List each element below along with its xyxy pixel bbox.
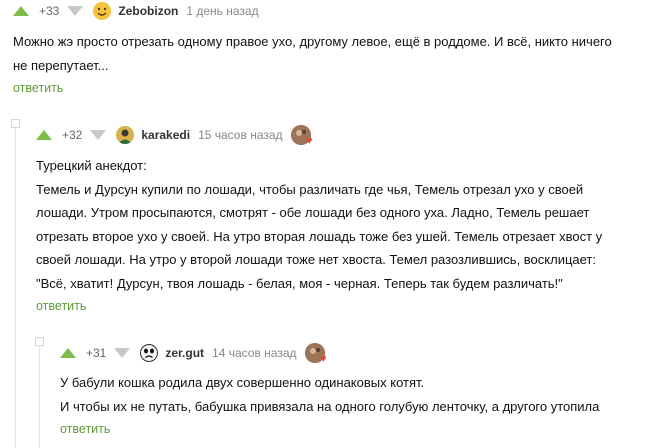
comment-line: Можно жэ просто отрезать одному правое у… [13,34,612,49]
comment-header: +31 zer.gut 14 часов назад ♥ [60,342,642,365]
comment-text: У бабули кошка родила двух совершенно од… [60,371,642,418]
comment-line: своей лошади. На утро у второй лошади то… [36,252,597,267]
comment-line: "Всё, хватит! Дурсун, твоя лошадь - бела… [36,275,563,291]
sad-face-avatar[interactable] [140,344,159,362]
username-link[interactable]: karakedi [141,128,190,142]
comment-rating: +32 [62,128,83,142]
comment-header: +32 karakedi 15 часов назад ♥ [36,124,642,147]
comment-rating: +31 [86,346,107,360]
collapse-toggle[interactable] [35,337,44,346]
person-photo-avatar[interactable] [116,126,135,144]
comment-line: У бабули кошка родила двух совершенно од… [60,375,425,390]
username-link[interactable]: zer.gut [165,346,204,360]
downvote-icon[interactable] [114,348,131,358]
award-heart-icon[interactable]: ♥ [304,343,327,365]
comment-rating: +33 [39,4,60,18]
comment-line: И чтобы их не путать, бабушка привязала … [60,398,600,414]
thread-line [39,341,40,448]
comment-time: 15 часов назад [198,128,283,142]
smiling-face-avatar[interactable] [93,2,112,20]
comment-line: Турецкий анекдот: [36,158,147,173]
upvote-icon[interactable] [13,6,29,16]
comment-line: Темель и Дурсун купили по лошади, чтобы … [36,181,584,197]
thread-line [15,123,16,448]
comment-time: 14 часов назад [212,346,297,360]
comment-line: лошади. Утром просыпаются, смотрят - обе… [36,205,590,220]
collapse-toggle[interactable] [11,119,20,128]
reply-link[interactable]: ответить [60,422,110,436]
comment-time: 1 день назад [186,4,259,18]
comment-text: Можно жэ просто отрезать одному правое у… [13,30,643,77]
award-heart-icon[interactable]: ♥ [290,125,313,147]
upvote-icon[interactable] [60,348,76,358]
comment-header: +33 Zebobizon 1 день назад [13,0,643,22]
comment-text: Турецкий анекдот: Темель и Дурсун купили… [36,154,642,295]
reply-link[interactable]: ответить [13,81,63,95]
downvote-icon[interactable] [67,6,84,16]
downvote-icon[interactable] [90,130,107,140]
comment: +33 Zebobizon 1 день назад Можно жэ прос… [13,0,643,97]
username-link[interactable]: Zebobizon [118,4,178,18]
comment: +32 karakedi 15 часов назад ♥ Турецкий а… [36,124,642,315]
comment-line: отрезать второе ухо у своей. На утро вто… [36,228,603,244]
comment: +31 zer.gut 14 часов назад ♥ У бабули ко… [60,342,642,438]
comment-line: не перепутает... [13,57,109,73]
upvote-icon[interactable] [36,130,52,140]
reply-link[interactable]: ответить [36,299,86,313]
